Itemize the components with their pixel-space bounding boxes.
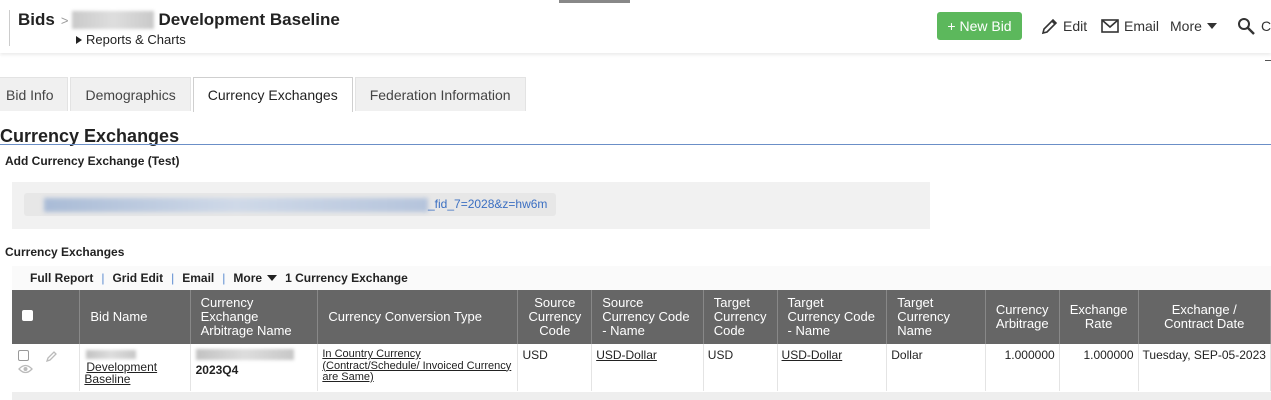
row-checkbox[interactable] <box>18 350 29 361</box>
toolbar-separator: | <box>222 271 226 285</box>
caret-right-icon <box>76 35 82 44</box>
tab-demographics[interactable]: Demographics <box>70 77 191 111</box>
customize-label: Cu <box>1261 18 1271 34</box>
currency-exchanges-table: Bid Name Currency Exchange Arbitrage Nam… <box>12 290 1271 391</box>
column-header[interactable]: Exchange / Contract Date <box>1138 290 1271 344</box>
section-tabs: Bid Info Demographics Currency Exchanges… <box>0 77 528 112</box>
conversion-type-cell: In Country Currency (Contract/Schedule/ … <box>317 344 519 391</box>
source-code-cell: USD <box>517 344 593 391</box>
row-actions-cell <box>12 344 81 391</box>
add-currency-exchange-label: Add Currency Exchange (Test) <box>5 154 180 168</box>
reports-charts-toggle[interactable]: Reports & Charts <box>76 32 186 47</box>
redacted-url <box>44 198 428 212</box>
column-header[interactable]: Target Currency Code <box>703 290 778 344</box>
breadcrumb-separator: > <box>60 12 69 28</box>
target-name-cell: Dollar <box>886 344 986 391</box>
toolbar-separator: | <box>171 271 175 285</box>
redacted-record-prefix <box>72 11 155 29</box>
arbitrage-name-cell: 2023Q4 <box>190 344 319 391</box>
column-header[interactable]: Currency Exchange Arbitrage Name <box>190 290 319 344</box>
search-gear-icon <box>1238 18 1255 35</box>
report-toolbar: Full Report | Grid Edit | Email | More 1… <box>12 266 1271 290</box>
column-header[interactable]: Currency Arbitrage <box>985 290 1060 344</box>
table-header-row: Bid Name Currency Exchange Arbitrage Nam… <box>12 290 1271 344</box>
column-header[interactable]: Source Currency Code - Name <box>591 290 704 344</box>
column-header[interactable]: Currency Conversion Type <box>317 290 519 344</box>
breadcrumb: Bids > Development Baseline <box>18 10 340 30</box>
new-bid-button[interactable]: + New Bid <box>937 12 1022 40</box>
more-menu-button[interactable]: More <box>1170 15 1217 37</box>
full-report-link[interactable]: Full Report <box>30 271 93 285</box>
column-header[interactable]: Exchange Rate <box>1059 290 1139 344</box>
email-button[interactable]: Email <box>1101 15 1159 37</box>
tab-currency-exchanges[interactable]: Currency Exchanges <box>192 77 353 112</box>
redacted-bid-prefix <box>86 350 137 359</box>
report-more-link[interactable]: More <box>233 271 262 285</box>
active-top-indicator <box>559 0 630 3</box>
report-email-link[interactable]: Email <box>182 271 214 285</box>
edit-button[interactable]: Edit <box>1041 15 1087 37</box>
grid-edit-link[interactable]: Grid Edit <box>112 271 163 285</box>
header-divider <box>9 10 10 46</box>
column-header[interactable]: Target Currency Code - Name <box>777 290 888 344</box>
page-title: Development Baseline <box>158 10 340 29</box>
select-all-checkbox[interactable] <box>22 310 33 321</box>
exchange-rate-cell: 1.000000 <box>1059 344 1139 391</box>
edit-label: Edit <box>1063 18 1088 34</box>
embed-url-panel: _fid_7=2028&z=hw6m <box>12 182 930 229</box>
source-code-name-cell: USD-Dollar <box>591 344 704 391</box>
reports-charts-label: Reports & Charts <box>86 32 186 47</box>
column-header[interactable]: Source Currency Code <box>517 290 593 344</box>
section-divider <box>0 144 1271 145</box>
table-totals-row <box>12 392 1271 400</box>
bid-name-link[interactable]: Development Baseline <box>84 360 157 386</box>
conversion-type-link[interactable]: In Country Currency (Contract/Schedule/ … <box>322 348 511 383</box>
record-count: 1 Currency Exchange <box>285 271 408 285</box>
pencil-icon <box>1041 18 1058 34</box>
more-label: More <box>1170 18 1202 34</box>
toolbar-separator: | <box>101 271 105 285</box>
view-row-icon[interactable] <box>18 363 33 375</box>
report-title: Currency Exchanges <box>5 245 125 259</box>
column-header[interactable]: Bid Name <box>79 290 191 344</box>
table-row[interactable]: Development Baseline 2023Q4 In Country C… <box>12 344 1271 391</box>
bid-name-cell: Development Baseline <box>79 344 191 391</box>
target-code-cell: USD <box>703 344 778 391</box>
source-code-name-link[interactable]: USD-Dollar <box>596 348 657 362</box>
embed-url-link[interactable]: _fid_7=2028&z=hw6m <box>24 193 556 216</box>
target-code-name-link[interactable]: USD-Dollar <box>782 348 843 362</box>
column-header[interactable]: Target Currency Name <box>886 290 986 344</box>
redacted-arbitrage-prefix <box>195 349 294 360</box>
scroll-marker <box>1265 60 1271 61</box>
page-header: Bids > Development Baseline Reports & Ch… <box>0 0 1271 53</box>
envelope-icon <box>1101 19 1119 33</box>
email-label: Email <box>1124 18 1160 34</box>
tab-bid-info[interactable]: Bid Info <box>0 77 69 111</box>
arbitrage-name-value: 2023Q4 <box>195 363 239 377</box>
caret-down-icon <box>267 275 278 281</box>
breadcrumb-bids[interactable]: Bids <box>18 10 55 30</box>
contract-date-cell: Tuesday, SEP-05-2023 <box>1138 344 1271 391</box>
arbitrage-cell: 1.000000 <box>985 344 1060 391</box>
edit-row-icon[interactable] <box>46 350 58 363</box>
select-all-cell[interactable] <box>12 290 81 344</box>
customize-button[interactable]: Cu <box>1237 15 1271 37</box>
tab-federation-information[interactable]: Federation Information <box>354 77 526 111</box>
caret-down-icon <box>1206 23 1217 29</box>
embed-url-text: _fid_7=2028&z=hw6m <box>428 197 548 211</box>
target-code-name-cell: USD-Dollar <box>777 344 888 391</box>
